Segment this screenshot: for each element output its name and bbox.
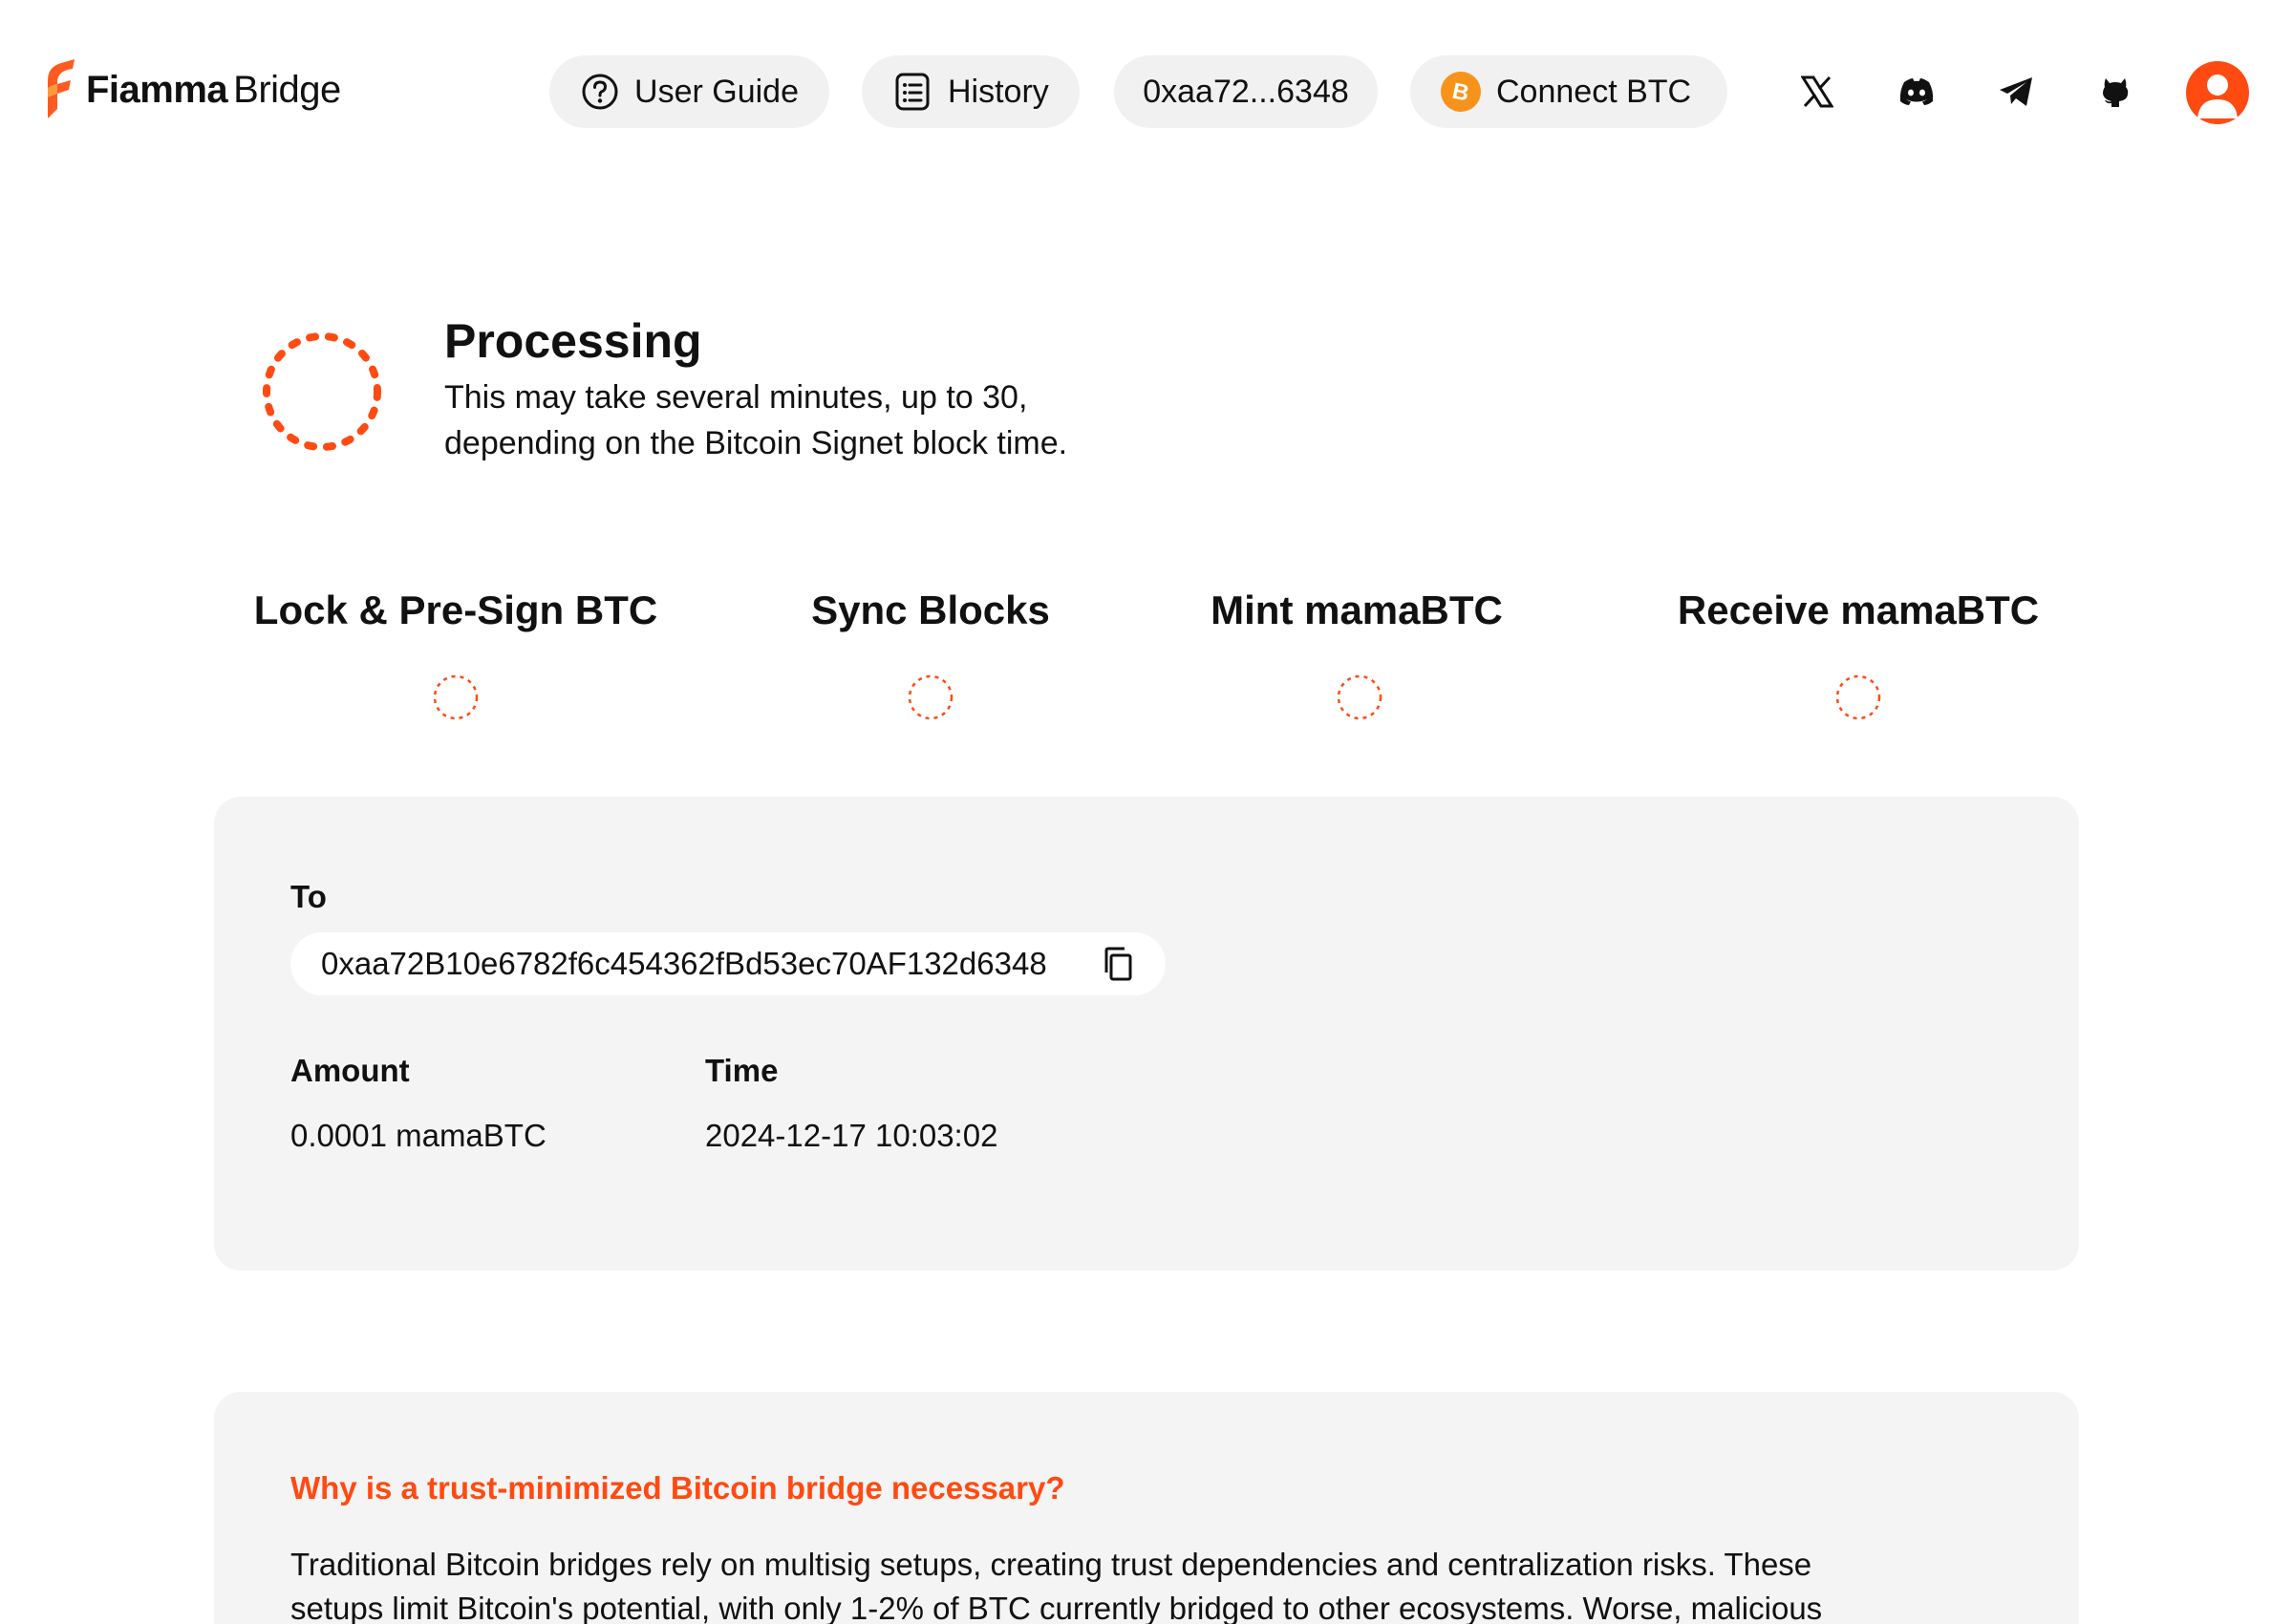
faq-question: Why is a trust-minimized Bitcoin bridge … [290,1470,1065,1506]
bitcoin-icon: B [1441,72,1481,112]
step-lock-presign: Lock & Pre-Sign BTC [253,588,658,632]
to-label: To [290,879,327,914]
connect-btc-button[interactable]: B Connect BTC [1410,55,1727,128]
time-label: Time [705,1053,779,1088]
to-address-value: 0xaa72B10e6782f6c454362fBd53ec70AF132d63… [321,946,1047,981]
step-1-pending-icon [433,674,479,720]
faq-card: Why is a trust-minimized Bitcoin bridge … [214,1392,2079,1624]
amount-label: Amount [290,1053,410,1088]
discord-icon[interactable] [1892,67,1941,117]
faq-answer-line2: setups limit Bitcoin's potential, with o… [290,1591,1823,1624]
question-circle-icon [580,72,619,112]
step-sync-blocks: Sync Blocks [811,588,1050,632]
step-3-pending-icon [1337,674,1382,720]
step-mint: Mint mamaBTC [1211,588,1503,632]
faq-answer: Traditional Bitcoin bridges rely on mult… [290,1543,2010,1624]
time-value: 2024-12-17 10:03:02 [705,1118,998,1153]
top-nav: Fiamma Bridge User Guide History 0xaa72..… [0,0,2293,182]
step-4-pending-icon [1835,674,1881,720]
step-receive: Receive mamaBTC [1677,588,2040,632]
github-icon[interactable] [2090,67,2140,117]
brand-name-bold: Fiamma [86,68,228,111]
copy-icon[interactable] [1101,946,1137,982]
status-title: Processing [444,314,702,368]
wallet-address-label: 0xaa72...6348 [1143,73,1349,110]
status-description: This may take several minutes, up to 30,… [444,374,1170,466]
processing-spinner-icon [263,332,381,451]
status-description-line1: This may take several minutes, up to 30, [444,379,1028,416]
status-description-line2: depending on the Bitcoin Signet block ti… [444,425,1068,461]
user-guide-label: User Guide [634,73,799,110]
connect-btc-label: Connect BTC [1496,73,1692,110]
to-address-field: 0xaa72B10e6782f6c454362fBd53ec70AF132d63… [290,932,1166,995]
user-guide-button[interactable]: User Guide [549,55,829,128]
x-icon[interactable] [1792,67,1842,117]
telegram-icon[interactable] [1991,67,2041,117]
brand-logo[interactable]: Fiamma Bridge [44,59,341,120]
list-doc-icon [892,72,932,112]
brand-name: Fiamma Bridge [86,69,341,112]
brand-name-light: Bridge [233,68,341,111]
flame-logo-icon [48,59,75,118]
history-label: History [948,73,1049,110]
user-avatar-icon[interactable] [2186,61,2249,124]
faq-answer-line1: Traditional Bitcoin bridges rely on mult… [290,1547,1812,1582]
step-2-pending-icon [908,674,954,720]
wallet-address-button[interactable]: 0xaa72...6348 [1114,55,1378,128]
transaction-details-card: To 0xaa72B10e6782f6c454362fBd53ec70AF132… [214,797,2079,1271]
amount-value: 0.0001 mamaBTC [290,1118,546,1153]
history-button[interactable]: History [862,55,1080,128]
